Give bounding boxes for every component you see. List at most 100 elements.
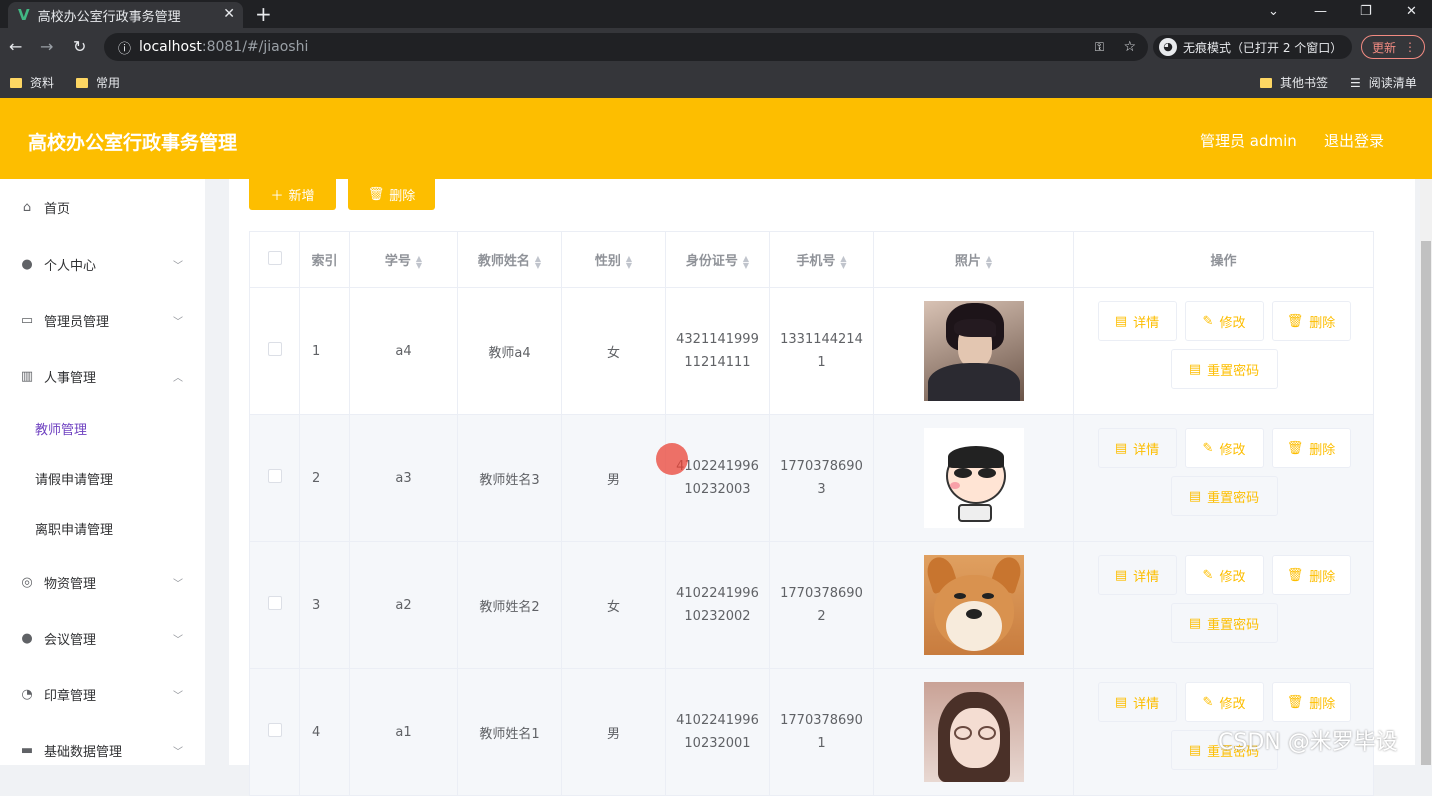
- detail-label: 详情: [1133, 569, 1160, 585]
- detail-button[interactable]: ▤ 详情: [1097, 682, 1177, 722]
- edit-icon: ✎: [1202, 313, 1214, 329]
- sidebar-item-meeting[interactable]: ● 会议管理 ﹀: [0, 618, 205, 658]
- student-no-cell: a3: [349, 414, 458, 542]
- row-checkbox[interactable]: [267, 469, 282, 483]
- photo-cell: [873, 668, 1074, 796]
- sidebar-item-supplies[interactable]: ◎ 物资管理 ﹀: [0, 562, 205, 602]
- reset-password-button[interactable]: ▤ 重置密码: [1170, 476, 1278, 516]
- reset-password-button[interactable]: ▤ 重置密码: [1170, 349, 1278, 389]
- column-header: 索引: [299, 231, 350, 288]
- row-checkbox[interactable]: [267, 723, 282, 737]
- delete-label: 删除: [1309, 442, 1336, 458]
- update-button[interactable]: 更新 ⋮: [1361, 35, 1425, 59]
- document-icon: ▤: [1188, 361, 1202, 377]
- column-header[interactable]: 性别 ▲ ▼: [561, 231, 666, 288]
- edit-button[interactable]: ✎ 修改: [1184, 428, 1264, 468]
- window-close-icon[interactable]: ✕: [1406, 4, 1417, 19]
- delete-button[interactable]: 🗑 删除: [1271, 301, 1351, 341]
- new-tab-icon[interactable]: +: [255, 2, 272, 26]
- chevron-down-icon: ﹀: [173, 316, 183, 328]
- row-checkbox[interactable]: [267, 342, 282, 356]
- sort-icon[interactable]: ▲ ▼: [743, 254, 749, 269]
- address-bar[interactable]: ⓘ localhost :8081/#/jiaoshi ⚿ ☆: [104, 33, 1148, 61]
- bookmark-label: 资料: [30, 76, 55, 90]
- edit-button[interactable]: ✎ 修改: [1184, 555, 1264, 595]
- scrollbar-thumb[interactable]: [1421, 241, 1431, 765]
- sidebar-item-home[interactable]: ⌂ 首页: [0, 187, 205, 227]
- column-header[interactable]: 教师姓名 ▲ ▼: [457, 231, 562, 288]
- sidebar-item-personnel[interactable]: ▥ 人事管理 ︿: [0, 356, 205, 396]
- id-card-icon: ▭: [20, 312, 34, 328]
- reset-label: 重置密码: [1207, 490, 1260, 506]
- teacher-table: 索引 学号 ▲ ▼ 教师姓名 ▲ ▼ 性别 ▲ ▼ 身份证号 ▲ ▼ 手机号 ▲ ▼ 照片 ▲ ▼ 操作…: [249, 231, 1374, 796]
- table-row: 2 a3 教师姓名3 男 4102241996 10232003 17703786…: [249, 414, 1374, 542]
- detail-button[interactable]: ▤ 详情: [1097, 428, 1177, 468]
- gender-cell: 男: [561, 414, 666, 542]
- photo-cell: [873, 541, 1074, 669]
- menu-dots-icon[interactable]: ⋮: [1404, 40, 1416, 54]
- edit-button[interactable]: ✎ 修改: [1184, 682, 1264, 722]
- sort-icon[interactable]: ▲ ▼: [535, 254, 541, 269]
- reading-list[interactable]: ☰ 阅读清单: [1350, 74, 1417, 91]
- column-header[interactable]: 手机号 ▲ ▼: [769, 231, 874, 288]
- delete-button[interactable]: 🗑 删除: [1271, 555, 1351, 595]
- phone-cell: 1770378690 3: [769, 414, 874, 542]
- chevron-down-icon: ﹀: [173, 578, 183, 590]
- sidebar-subitem-leave[interactable]: 请假申请管理: [0, 458, 205, 498]
- delete-button[interactable]: 🗑 删除: [1271, 428, 1351, 468]
- sidebar-item-label: 个人中心: [44, 258, 97, 274]
- student-no-cell: a1: [349, 668, 458, 796]
- photo-girl-glasses: [923, 682, 1024, 782]
- sidebar-item-admin[interactable]: ▭ 管理员管理 ﹀: [0, 300, 205, 340]
- reset-password-button[interactable]: ▤ 重置密码: [1170, 603, 1278, 643]
- logout-link[interactable]: 退出登录: [1324, 130, 1384, 151]
- sidebar-item-label: 物资管理: [44, 576, 97, 592]
- batch-delete-button[interactable]: 🗑 删除: [348, 179, 435, 210]
- close-tab-icon[interactable]: ✕: [223, 6, 235, 22]
- minimize-icon[interactable]: —: [1314, 4, 1327, 19]
- bookmark-star-icon[interactable]: ☆: [1123, 39, 1136, 55]
- forward-icon[interactable]: →: [40, 37, 53, 56]
- sidebar-subitem-resign[interactable]: 离职申请管理: [0, 508, 205, 548]
- actions-cell: ▤ 详情 ✎ 修改 🗑 删除 ▤ 重置密码: [1073, 287, 1374, 415]
- key-icon[interactable]: ⚿: [1095, 40, 1104, 55]
- add-button[interactable]: ＋ 新增: [249, 179, 336, 210]
- column-header[interactable]: 身份证号 ▲ ▼: [665, 231, 770, 288]
- page-scrollbar[interactable]: [1420, 179, 1432, 765]
- table-row: 1 a4 教师a4 女 4321141999 11214111 133114421…: [249, 287, 1374, 415]
- column-header[interactable]: 学号 ▲ ▼: [349, 231, 458, 288]
- document-icon: ▤: [1188, 488, 1202, 504]
- folder-icon: [10, 77, 22, 88]
- sort-icon[interactable]: ▲ ▼: [416, 254, 422, 269]
- browser-tab[interactable]: V 高校办公室行政事务管理 ✕: [8, 2, 243, 28]
- detail-button[interactable]: ▤ 详情: [1097, 301, 1177, 341]
- other-bookmarks[interactable]: 其他书签: [1260, 74, 1328, 91]
- column-header[interactable]: 照片 ▲ ▼: [873, 231, 1074, 288]
- sidebar: ⌂ 首页 ● 个人中心 ﹀ ▭ 管理员管理 ﹀ ▥ 人事管理 ︿ 教师管理 请假申请管理 离职…: [0, 179, 205, 765]
- select-all-checkbox[interactable]: [267, 250, 282, 265]
- sort-icon[interactable]: ▲ ▼: [840, 254, 846, 269]
- sort-icon[interactable]: ▲ ▼: [986, 254, 992, 269]
- sidebar-item-basedata[interactable]: ▬ 基础数据管理 ﹀: [0, 730, 205, 770]
- reload-icon[interactable]: ↻: [73, 37, 86, 56]
- sidebar-item-seal[interactable]: ◔ 印章管理 ﹀: [0, 674, 205, 714]
- tab-search-icon[interactable]: ⌄: [1268, 4, 1279, 19]
- sort-icon[interactable]: ▲ ▼: [626, 254, 632, 269]
- add-label: 新增: [288, 189, 315, 204]
- detail-label: 详情: [1133, 696, 1160, 712]
- delete-button[interactable]: 🗑 删除: [1271, 682, 1351, 722]
- sidebar-item-profile[interactable]: ● 个人中心 ﹀: [0, 244, 205, 284]
- row-checkbox[interactable]: [267, 596, 282, 610]
- detail-button[interactable]: ▤ 详情: [1097, 555, 1177, 595]
- bookmark-folder[interactable]: 常用: [76, 74, 120, 91]
- info-icon[interactable]: ⓘ: [118, 38, 131, 57]
- maximize-icon[interactable]: ❐: [1360, 4, 1372, 19]
- bulb-icon: ●: [21, 630, 33, 646]
- edit-button[interactable]: ✎ 修改: [1184, 301, 1264, 341]
- photo-cartoon-boy: [923, 428, 1024, 528]
- back-icon[interactable]: ←: [9, 37, 22, 56]
- bookmark-folder[interactable]: 资料: [10, 74, 54, 91]
- incognito-indicator[interactable]: ◕ 无痕模式（已打开 2 个窗口）: [1153, 35, 1353, 59]
- delete-label: 删除: [1309, 696, 1336, 712]
- sidebar-subitem-teacher[interactable]: 教师管理: [0, 408, 205, 448]
